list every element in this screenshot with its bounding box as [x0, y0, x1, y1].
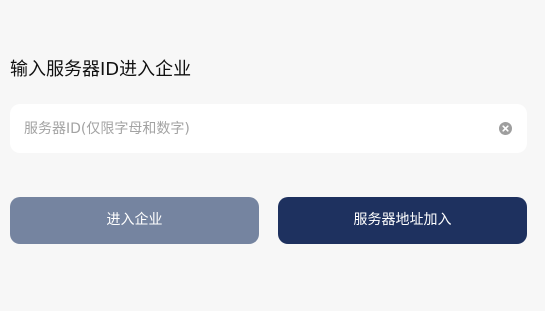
server-id-input[interactable]	[24, 104, 494, 153]
join-by-server-address-button[interactable]: 服务器地址加入	[278, 197, 527, 244]
enter-enterprise-button[interactable]: 进入企业	[10, 197, 259, 244]
join-enterprise-screen: 输入服务器ID进入企业 进入企业 服务器地址加入	[0, 0, 545, 311]
server-id-field[interactable]	[10, 104, 527, 153]
page-title: 输入服务器ID进入企业	[10, 59, 192, 80]
clear-icon[interactable]	[499, 122, 512, 135]
